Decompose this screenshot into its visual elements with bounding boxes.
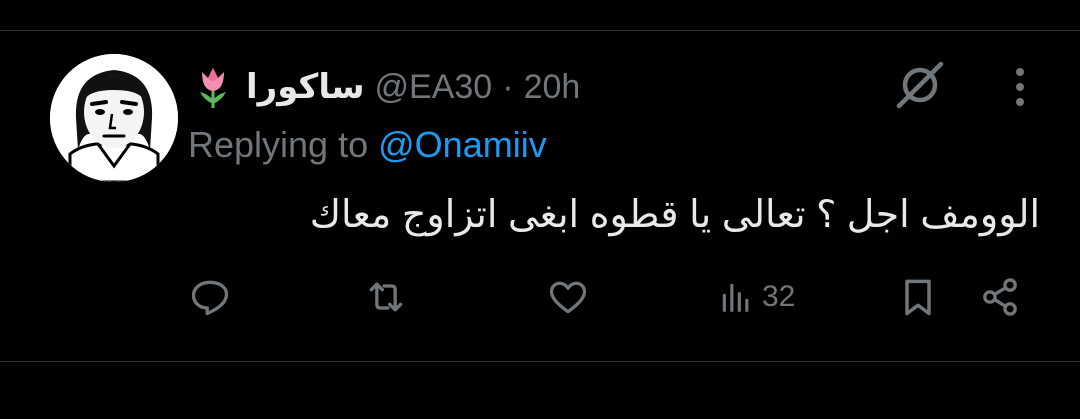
bar-chart-icon [722, 283, 749, 312]
author-name[interactable]: ساكورا [246, 67, 365, 107]
bookmark-button[interactable] [896, 272, 940, 322]
tweet-header: ساكورا @EA30 · 20h [190, 62, 580, 112]
retweet-button[interactable] [364, 272, 408, 322]
author-handle[interactable]: @EA30 [375, 68, 493, 107]
more-vertical-icon[interactable] [1000, 62, 1040, 112]
replying-to-mention[interactable]: @Onamiiv [378, 124, 547, 165]
replying-prefix: Replying to [188, 124, 369, 165]
views-count: 32 [762, 280, 796, 313]
like-button[interactable] [546, 272, 590, 322]
action-bar: 32 [0, 272, 1080, 322]
heart-icon [549, 281, 587, 314]
views-button[interactable]: 32 [716, 272, 795, 322]
replying-to: Replying to @Onamiiv [188, 124, 547, 166]
avatar[interactable] [50, 54, 178, 182]
share-button[interactable] [978, 272, 1022, 322]
dot-separator: · [502, 67, 514, 106]
bottom-divider [0, 361, 1080, 362]
share-icon [983, 278, 1017, 316]
retweet-icon [369, 282, 403, 312]
reply-button[interactable] [188, 272, 232, 322]
bookmark-icon [905, 279, 931, 316]
grok-icon[interactable] [893, 58, 947, 112]
timestamp[interactable]: 20h [524, 68, 581, 107]
top-divider [0, 30, 1080, 31]
tweet-text: الوومف اجل ؟ تعالى يا قطوه ابغى اتزاوج م… [309, 194, 1040, 236]
tulip-emoji-icon [190, 64, 236, 110]
reply-icon [191, 280, 229, 316]
